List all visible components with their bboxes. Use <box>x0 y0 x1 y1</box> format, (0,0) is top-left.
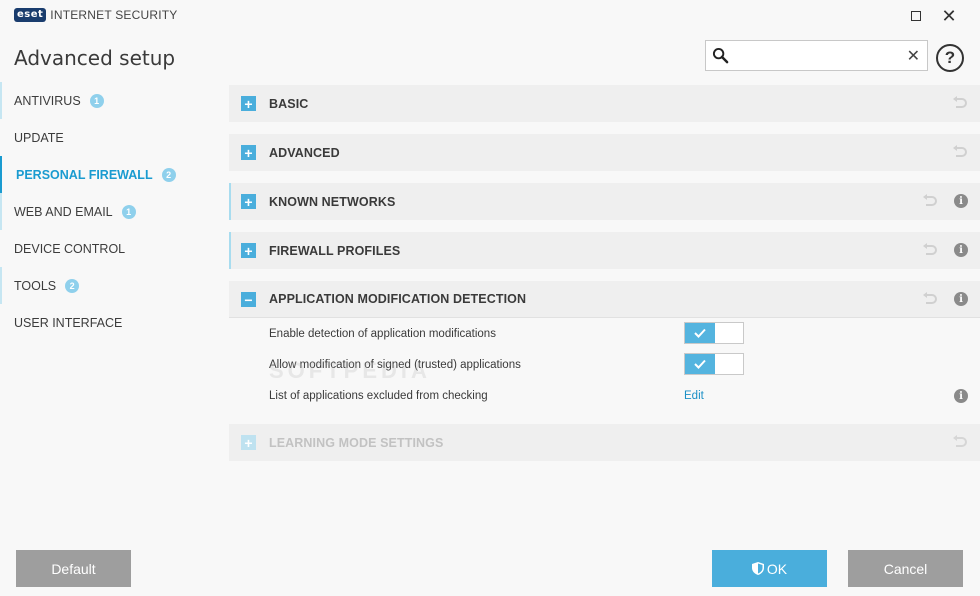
sidebar: ANTIVIRUS 1 UPDATE PERSONAL FIREWALL 2 W… <box>0 82 220 341</box>
sidebar-item-label: USER INTERFACE <box>14 315 123 330</box>
toggle-on-indicator <box>685 323 715 343</box>
revert-icon[interactable] <box>922 243 938 257</box>
info-icon[interactable]: i <box>954 243 968 257</box>
ok-label: OK <box>766 560 788 577</box>
sidebar-item-label: TOOLS <box>14 278 57 293</box>
setting-row: List of applications excluded from check… <box>229 380 980 411</box>
title-bar: eset INTERNET SECURITY ✕ <box>0 0 980 30</box>
sidebar-item-tools[interactable]: TOOLS 2 <box>0 267 220 304</box>
sidebar-item-label: PERSONAL FIREWALL <box>16 167 153 182</box>
info-icon[interactable]: i <box>954 194 968 208</box>
help-icon[interactable]: ? <box>936 44 964 72</box>
sidebar-item-user-interface[interactable]: USER INTERFACE <box>0 304 220 341</box>
setting-label: Allow modification of signed (trusted) a… <box>269 358 521 371</box>
toggle-on-indicator <box>685 354 715 374</box>
expand-icon[interactable]: + <box>241 96 256 111</box>
setting-label: List of applications excluded from check… <box>269 389 488 402</box>
setting-label: Enable detection of application modifica… <box>269 327 496 340</box>
default-button[interactable]: Default <box>16 550 131 587</box>
section-title: APPLICATION MODIFICATION DETECTION <box>269 292 527 306</box>
sidebar-item-label: WEB AND EMAIL <box>14 204 113 219</box>
search-input[interactable] <box>734 45 904 67</box>
section-title: LEARNING MODE SETTINGS <box>269 435 444 450</box>
product-name: INTERNET SECURITY <box>50 8 178 22</box>
info-icon[interactable]: i <box>954 292 968 306</box>
search-icon <box>712 47 729 64</box>
expand-icon[interactable]: + <box>241 145 256 160</box>
close-window-button[interactable]: ✕ <box>939 6 959 26</box>
revert-icon[interactable] <box>922 194 938 208</box>
revert-icon[interactable] <box>952 96 968 110</box>
notification-badge: 1 <box>121 204 136 219</box>
sidebar-item-web-and-email[interactable]: WEB AND EMAIL 1 <box>0 193 220 230</box>
revert-icon[interactable] <box>952 145 968 159</box>
notification-badge: 2 <box>161 167 176 182</box>
collapse-icon[interactable]: − <box>241 292 256 307</box>
maximize-icon <box>911 11 921 21</box>
sidebar-item-device-control[interactable]: DEVICE CONTROL <box>0 230 220 267</box>
shield-icon <box>751 562 764 575</box>
section-title: KNOWN NETWORKS <box>269 194 396 209</box>
clear-search-icon[interactable]: ✕ <box>907 46 920 66</box>
sidebar-item-label: ANTIVIRUS <box>14 93 81 108</box>
revert-icon <box>953 435 967 447</box>
expand-icon: + <box>241 435 256 450</box>
expand-icon[interactable]: + <box>241 243 256 258</box>
logo-badge: eset <box>14 8 47 22</box>
section-title: BASIC <box>269 96 309 111</box>
setting-row: Enable detection of application modifica… <box>229 318 980 349</box>
sidebar-item-label: DEVICE CONTROL <box>14 241 126 256</box>
section-firewall-profiles[interactable]: + FIREWALL PROFILES i <box>229 232 980 269</box>
section-advanced[interactable]: + ADVANCED <box>229 134 980 171</box>
page-title: Advanced setup <box>14 46 176 70</box>
setting-row: Allow modification of signed (trusted) a… <box>229 349 980 380</box>
section-settings: Enable detection of application modifica… <box>229 318 980 424</box>
section-application-modification-detection[interactable]: − APPLICATION MODIFICATION DETECTION i <box>229 281 980 318</box>
section-learning-mode-settings: + LEARNING MODE SETTINGS <box>229 424 980 461</box>
eset-logo: eset INTERNET SECURITY <box>14 8 178 22</box>
sidebar-item-personal-firewall[interactable]: PERSONAL FIREWALL 2 <box>0 156 220 193</box>
cancel-button[interactable]: Cancel <box>848 550 963 587</box>
info-icon[interactable]: i <box>954 389 968 403</box>
section-known-networks[interactable]: + KNOWN NETWORKS i <box>229 183 980 220</box>
section-title: ADVANCED <box>269 145 340 160</box>
checkmark-icon <box>694 328 706 338</box>
edit-link[interactable]: Edit <box>684 390 704 402</box>
expand-icon[interactable]: + <box>241 194 256 209</box>
checkmark-icon <box>694 359 706 369</box>
signed-apps-toggle[interactable] <box>684 353 744 375</box>
section-title: FIREWALL PROFILES <box>269 243 401 258</box>
settings-panel: + BASIC + ADVANCED + KNOWN NETWORKS i + … <box>229 85 980 473</box>
sidebar-item-label: UPDATE <box>14 130 64 145</box>
sidebar-item-update[interactable]: UPDATE <box>0 119 220 156</box>
maximize-button[interactable] <box>906 6 926 26</box>
notification-badge: 2 <box>65 278 80 293</box>
search-box[interactable]: ✕ <box>705 40 928 71</box>
ok-button[interactable]: OK <box>712 550 827 587</box>
detection-toggle[interactable] <box>684 322 744 344</box>
section-basic[interactable]: + BASIC <box>229 85 980 122</box>
notification-badge: 1 <box>89 93 104 108</box>
revert-icon[interactable] <box>922 292 938 306</box>
sidebar-item-antivirus[interactable]: ANTIVIRUS 1 <box>0 82 220 119</box>
